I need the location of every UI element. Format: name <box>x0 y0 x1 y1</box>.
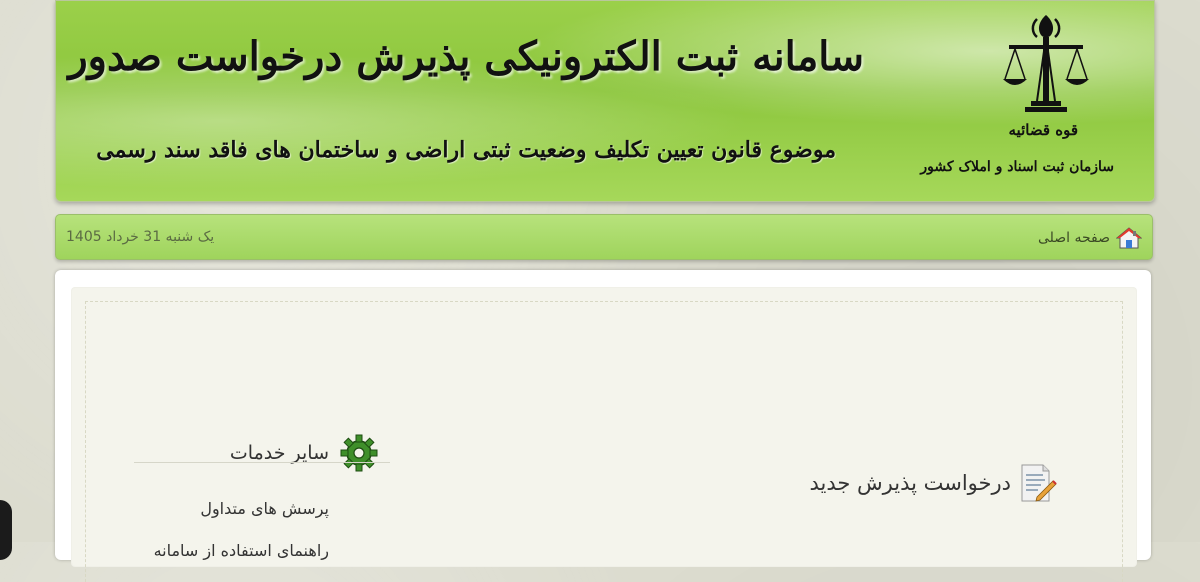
judiciary-emblem: قوه قضائیه سازمان ثبت اسناد و املاک کشور <box>920 11 1114 181</box>
home-link-label: صفحه اصلی <box>1037 230 1110 246</box>
screen-edge <box>0 500 12 560</box>
banner-subtitle: موضوع قانون تعیین تکلیف وضعیت ثبتی اراضی… <box>96 137 836 163</box>
navigation-bar: صفحه اصلی یک شنبه 31 خرداد 1405 <box>55 214 1153 260</box>
emblem-caption-organization: سازمان ثبت اسناد و املاک کشور <box>920 159 1114 175</box>
home-icon <box>1116 227 1142 249</box>
header-banner: سامانه ثبت الکترونیکی پذیرش درخواست صدور… <box>55 0 1155 202</box>
document-edit-icon <box>1021 464 1057 502</box>
new-request-button[interactable]: درخواست پذیرش جدید <box>809 463 1057 503</box>
service-link-guide[interactable]: راهنمای استفاده از سامانه <box>154 541 329 560</box>
other-services-header: سایر خدمات <box>230 433 379 473</box>
new-request-label: درخواست پذیرش جدید <box>809 471 1011 495</box>
emblem-caption-judiciary: قوه قضائیه <box>1008 121 1079 139</box>
scales-of-justice-icon <box>1003 15 1089 112</box>
faq-link[interactable]: پرسش های متداول <box>200 499 329 518</box>
content-area: درخواست پذیرش جدید سایر خدمات پرسش های م… <box>71 287 1137 582</box>
main-content-panel: درخواست پذیرش جدید سایر خدمات پرسش های م… <box>55 270 1151 582</box>
gear-icon <box>340 434 378 472</box>
banner-title: سامانه ثبت الکترونیکی پذیرش درخواست صدور… <box>56 33 864 80</box>
home-link[interactable]: صفحه اصلی <box>1038 226 1142 250</box>
other-services-title: سایر خدمات <box>229 442 329 464</box>
current-date: یک شنبه 31 خرداد 1405 <box>66 229 215 245</box>
services-divider <box>134 462 390 463</box>
